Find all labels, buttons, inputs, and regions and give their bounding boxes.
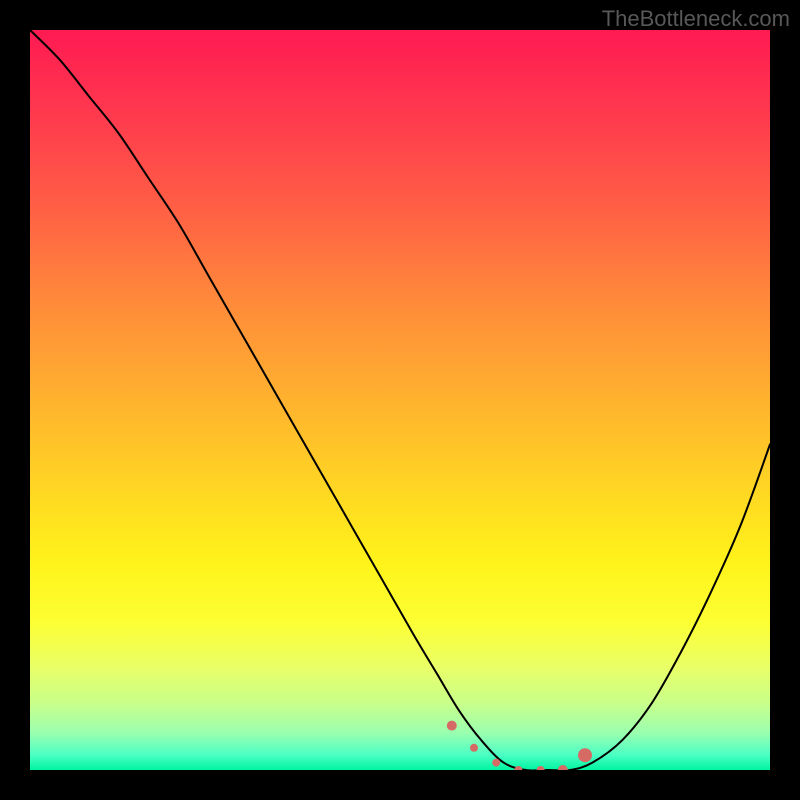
watermark-text: TheBottleneck.com — [602, 6, 790, 32]
chart-frame: TheBottleneck.com — [0, 0, 800, 800]
valley-marker — [578, 748, 592, 762]
curve-layer — [30, 30, 770, 770]
valley-marker — [558, 765, 568, 770]
valley-marker — [537, 766, 545, 770]
valley-marker — [447, 721, 457, 731]
valley-marker — [514, 766, 522, 770]
plot-area — [30, 30, 770, 770]
valley-marker — [470, 744, 478, 752]
valley-marker — [492, 759, 500, 767]
bottleneck-curve — [30, 30, 770, 770]
valley-markers — [447, 721, 592, 770]
